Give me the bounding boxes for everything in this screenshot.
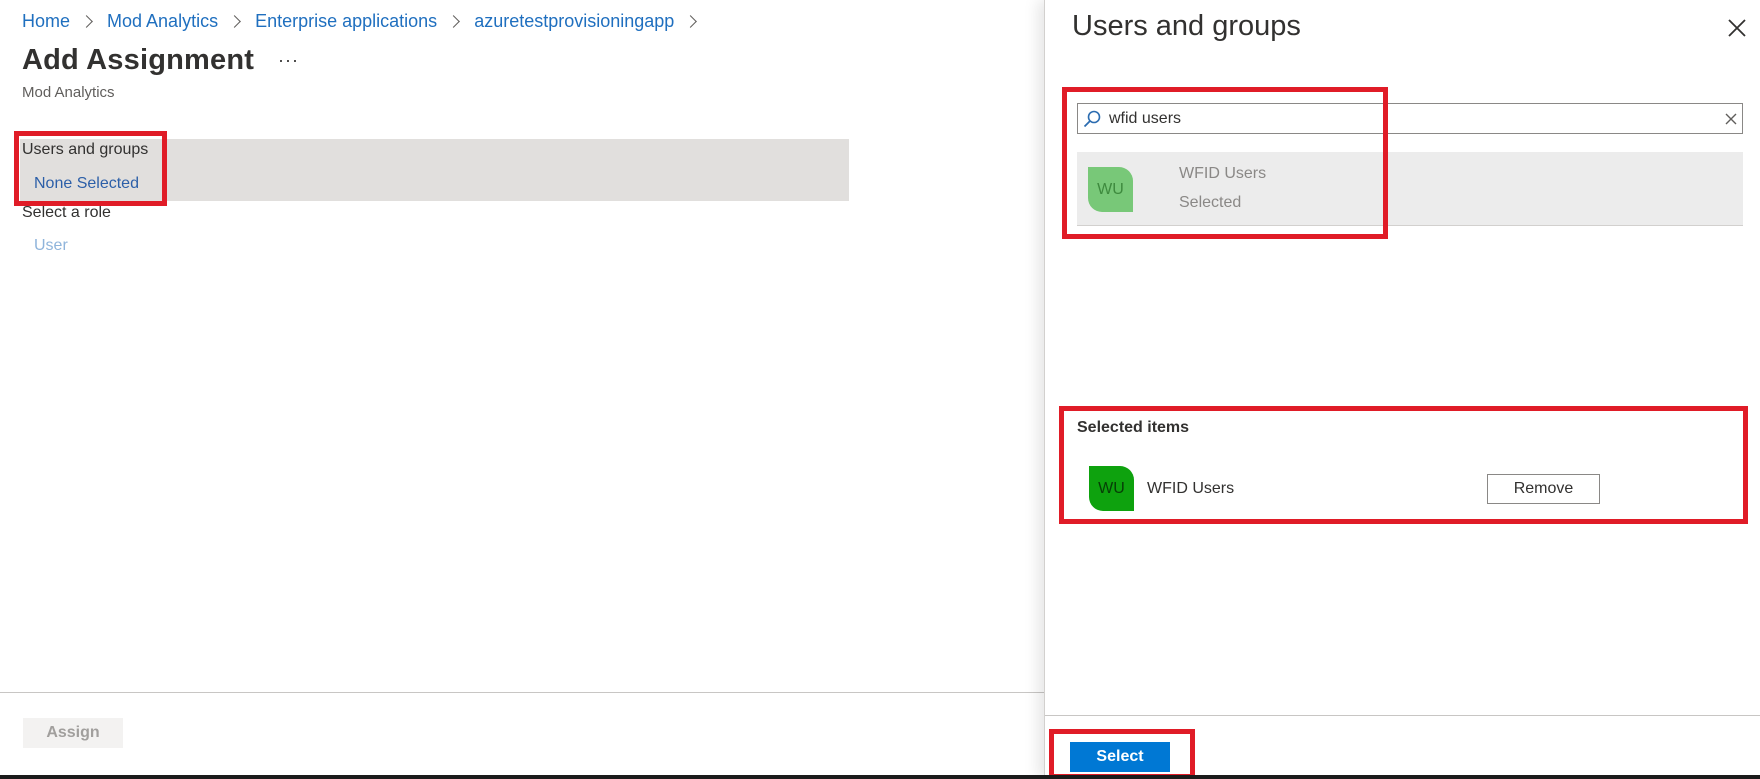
page-title: Add Assignment bbox=[22, 44, 255, 76]
select-button[interactable]: Select bbox=[1070, 742, 1170, 772]
result-name: WFID Users bbox=[1179, 165, 1267, 182]
selected-item: WU WFID Users bbox=[1089, 466, 1747, 512]
avatar: WU bbox=[1089, 466, 1134, 511]
breadcrumb-enterprise-applications[interactable]: Enterprise applications bbox=[255, 11, 437, 32]
chevron-right-icon bbox=[228, 15, 241, 28]
search-box bbox=[1077, 103, 1743, 134]
users-groups-link[interactable]: None Selected bbox=[34, 175, 139, 193]
more-icon[interactable]: ··· bbox=[278, 50, 299, 71]
search-icon bbox=[1083, 110, 1101, 128]
bottom-border bbox=[0, 775, 1760, 779]
footer-divider bbox=[0, 692, 1044, 693]
users-groups-panel: Users and groups WU WFID Users Selected … bbox=[1044, 0, 1760, 779]
chevron-right-icon bbox=[684, 15, 698, 28]
add-assignment-page: Home Mod Analytics Enterprise applicatio… bbox=[0, 0, 1044, 779]
avatar: WU bbox=[1088, 167, 1133, 212]
breadcrumb-app[interactable]: azuretestprovisioningapp bbox=[474, 11, 674, 32]
selected-item-name: WFID Users bbox=[1147, 480, 1235, 497]
result-status: Selected bbox=[1179, 194, 1242, 211]
selected-items-heading: Selected items bbox=[1077, 419, 1190, 436]
assign-button[interactable]: Assign bbox=[23, 718, 123, 748]
select-role-label: Select a role bbox=[22, 204, 111, 221]
close-icon[interactable] bbox=[1725, 16, 1749, 40]
chevron-right-icon bbox=[80, 15, 93, 28]
breadcrumb: Home Mod Analytics Enterprise applicatio… bbox=[22, 11, 711, 32]
remove-button[interactable]: Remove bbox=[1487, 474, 1600, 504]
select-role-link[interactable]: User bbox=[34, 237, 68, 255]
breadcrumb-mod-analytics[interactable]: Mod Analytics bbox=[107, 11, 218, 32]
clear-icon[interactable] bbox=[1724, 112, 1738, 126]
chevron-right-icon bbox=[447, 15, 461, 28]
users-groups-label: Users and groups bbox=[22, 141, 149, 158]
panel-title: Users and groups bbox=[1072, 10, 1301, 42]
page-subtitle: Mod Analytics bbox=[22, 84, 115, 101]
search-input[interactable] bbox=[1109, 107, 1699, 131]
search-result-row[interactable]: WU WFID Users Selected bbox=[1077, 152, 1743, 226]
breadcrumb-home[interactable]: Home bbox=[22, 11, 70, 32]
panel-footer-divider bbox=[1045, 715, 1760, 716]
